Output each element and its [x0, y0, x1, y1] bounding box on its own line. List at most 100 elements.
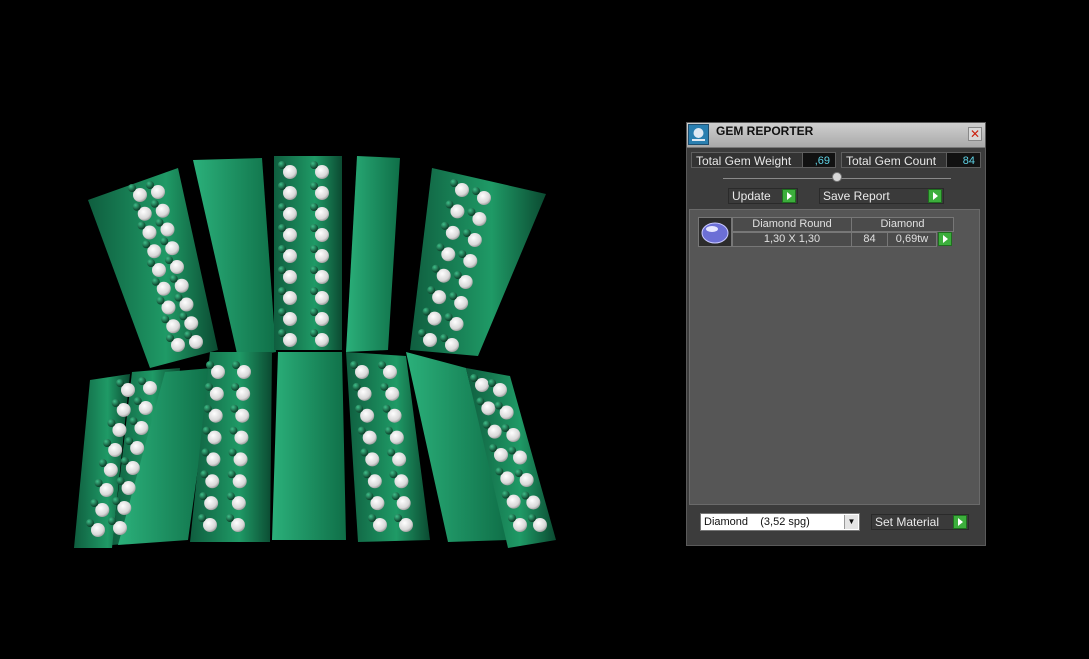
chevron-down-icon[interactable]: ▼: [844, 515, 858, 529]
prong-bead: [278, 224, 286, 232]
prong-bead: [169, 274, 178, 283]
prong-bead: [230, 404, 239, 413]
prong-bead: [514, 469, 523, 477]
prong-bead: [116, 379, 124, 387]
prong-bead: [116, 477, 125, 485]
prong-bead: [365, 492, 374, 501]
update-button[interactable]: Update: [728, 188, 798, 204]
prong-bead: [310, 161, 318, 169]
prong-bead: [310, 245, 318, 253]
prong-bead: [362, 470, 371, 479]
prong-bead: [137, 221, 146, 230]
save-report-label: Save Report: [823, 189, 890, 203]
prong-bead: [382, 404, 391, 413]
prong-bead: [107, 419, 116, 427]
ring-plate: [272, 352, 346, 540]
prong-bead: [310, 224, 318, 232]
prong-bead: [449, 292, 458, 300]
prong-bead: [227, 470, 236, 479]
prong-bead: [200, 470, 209, 479]
set-material-button[interactable]: Set Material: [871, 514, 969, 530]
prong-bead: [360, 448, 369, 457]
prong-bead: [476, 397, 485, 406]
prong-bead: [278, 329, 286, 337]
size-slider-knob[interactable]: [832, 172, 842, 182]
prong-bead: [133, 397, 142, 405]
gem-reporter-icon: [688, 124, 709, 145]
prong-bead: [112, 497, 121, 505]
prong-bead: [427, 286, 436, 295]
prong-bead: [151, 277, 160, 286]
round-diamond-icon: [698, 217, 732, 247]
prong-bead: [384, 426, 393, 435]
prong-bead: [174, 293, 183, 302]
prong-bead: [129, 417, 138, 425]
title-bar[interactable]: GEM REPORTER ✕: [687, 123, 985, 148]
close-icon[interactable]: ✕: [968, 127, 982, 141]
prong-bead: [467, 208, 476, 216]
prong-bead: [147, 259, 155, 267]
prong-bead: [350, 361, 358, 369]
green-play-icon[interactable]: [928, 189, 942, 203]
prong-bead: [508, 446, 516, 455]
prong-bead: [501, 490, 510, 499]
material-header: Diamond: [851, 217, 954, 232]
prong-bead: [453, 271, 462, 279]
prong-bead: [310, 287, 318, 295]
prong-bead: [368, 514, 376, 522]
total-gem-weight-label: Total Gem Weight: [691, 152, 803, 168]
update-label: Update: [732, 189, 771, 203]
total-gem-weight-value: ,69: [802, 152, 836, 168]
prong-bead: [204, 382, 213, 391]
prong-bead: [418, 329, 426, 337]
prong-bead: [444, 313, 453, 321]
prong-bead: [161, 315, 170, 324]
prong-bead: [184, 331, 192, 339]
3d-viewport[interactable]: [0, 0, 680, 654]
prong-bead: [232, 361, 240, 369]
prong-bead: [470, 374, 478, 382]
green-play-icon[interactable]: [938, 232, 952, 246]
prong-bead: [179, 312, 188, 321]
prong-bead: [198, 514, 206, 522]
prong-bead: [458, 250, 467, 258]
prong-bead: [521, 491, 530, 500]
prong-bead: [310, 203, 318, 211]
gem-size-cell: 1,30 X 1,30: [732, 232, 852, 247]
set-material-label: Set Material: [875, 515, 940, 529]
green-play-icon[interactable]: [953, 515, 967, 529]
prong-bead: [310, 266, 318, 274]
gem-list[interactable]: Diamond Round Diamond 1,30 X 1,30 84 0,6…: [689, 209, 980, 505]
shape-header: Diamond Round: [732, 217, 852, 232]
total-gem-count-value: 84: [946, 152, 981, 168]
prong-bead: [228, 448, 237, 457]
prong-bead: [98, 459, 107, 467]
prong-bead: [202, 426, 211, 435]
prong-bead: [310, 308, 318, 316]
prong-bead: [278, 287, 286, 295]
prong-bead: [380, 382, 389, 391]
ring-model[interactable]: [0, 0, 680, 654]
prong-bead: [310, 182, 318, 190]
prong-bead: [352, 382, 361, 391]
prong-bead: [142, 240, 151, 249]
prong-bead: [445, 200, 454, 209]
prong-bead: [310, 329, 318, 337]
prong-bead: [155, 218, 164, 227]
prong-bead: [94, 479, 103, 487]
prong-bead: [229, 426, 238, 435]
prong-bead: [278, 308, 286, 316]
save-report-button[interactable]: Save Report: [819, 188, 944, 204]
total-gem-count-label: Total Gem Count: [841, 152, 947, 168]
prong-bead: [86, 519, 94, 527]
prong-bead: [226, 514, 234, 522]
green-play-icon[interactable]: [782, 189, 796, 203]
prong-bead: [111, 399, 120, 407]
prong-bead: [120, 457, 129, 465]
prong-bead: [440, 221, 449, 230]
prong-bead: [203, 404, 212, 413]
prong-bead: [165, 256, 173, 264]
prong-bead: [199, 492, 208, 501]
material-select[interactable]: Diamond (3,52 spg) ▼: [700, 513, 860, 531]
prong-bead: [482, 420, 491, 429]
